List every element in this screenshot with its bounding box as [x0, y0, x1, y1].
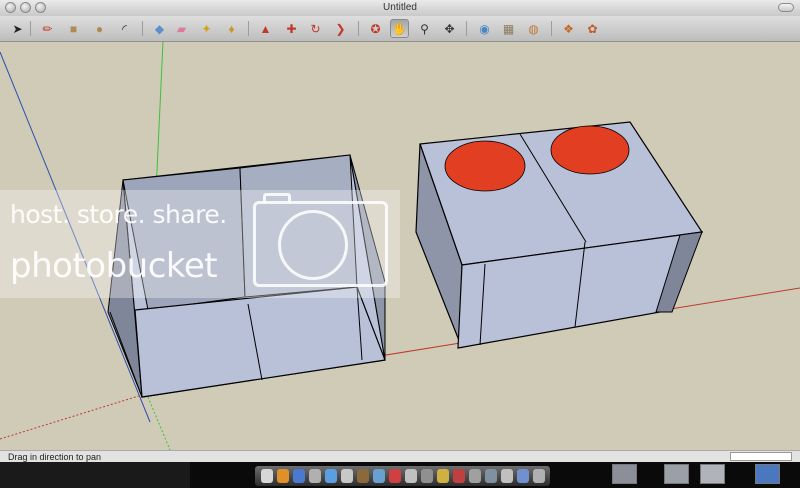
dock-app-icon[interactable] — [485, 469, 497, 483]
dock-app-icon[interactable] — [357, 469, 369, 483]
component-store-icon[interactable]: ❖ — [559, 19, 578, 38]
dock-app-icon[interactable] — [469, 469, 481, 483]
green-axis-negative — [147, 396, 171, 450]
dock-window-thumbnail[interactable] — [664, 464, 689, 484]
photobucket-watermark: host. store. share. photobucket — [0, 190, 400, 298]
red-circle-face-left[interactable] — [444, 140, 526, 192]
toolbar-separator — [142, 21, 143, 36]
dock-app-icon[interactable] — [517, 469, 529, 483]
camera-lens-icon — [278, 210, 348, 280]
dock-window-thumbnail[interactable] — [700, 464, 725, 484]
dock-app-icon[interactable] — [421, 469, 433, 483]
google-earth-icon[interactable]: ◍ — [524, 19, 543, 38]
circle-icon[interactable]: ● — [90, 19, 109, 38]
closed-box[interactable] — [415, 121, 704, 349]
window-title: Untitled — [383, 2, 417, 13]
red-circle-face-right[interactable] — [550, 125, 630, 175]
rectangle-icon[interactable]: ■ — [64, 19, 83, 38]
dock-app-icon[interactable] — [293, 469, 305, 483]
toolbar-separator — [30, 21, 31, 36]
paint-bucket-icon[interactable]: ♦ — [222, 19, 241, 38]
dock-app-icon[interactable] — [405, 469, 417, 483]
offset-icon[interactable]: ❯ — [331, 19, 350, 38]
pan-hand-icon[interactable]: ✋ — [390, 19, 409, 38]
measurements-input[interactable] — [730, 452, 792, 461]
dock — [0, 462, 800, 488]
watermark-tagline: host. store. share. — [10, 200, 227, 229]
tape-measure-icon[interactable]: ✦ — [197, 19, 216, 38]
rotate-icon[interactable]: ↻ — [306, 19, 325, 38]
dock-shelf — [255, 466, 550, 486]
dock-app-icon[interactable] — [533, 469, 545, 483]
zoom-icon[interactable]: ⚲ — [415, 19, 434, 38]
dock-app-icon[interactable] — [453, 469, 465, 483]
dock-app-icon[interactable] — [261, 469, 273, 483]
model-viewport[interactable]: host. store. share. photobucket — [0, 42, 800, 450]
make-component-icon[interactable]: ◆ — [150, 19, 169, 38]
arc-icon[interactable]: ◜ — [115, 19, 134, 38]
get-models-icon[interactable]: ◉ — [475, 19, 494, 38]
dock-app-icon[interactable] — [277, 469, 289, 483]
green-axis — [155, 42, 164, 193]
title-bar: Untitled — [0, 0, 800, 17]
dock-window-thumbnail[interactable] — [612, 464, 637, 484]
eraser-icon[interactable]: ▰ — [172, 19, 191, 38]
photo-textures-icon[interactable]: ✿ — [583, 19, 602, 38]
dock-app-icon[interactable] — [309, 469, 321, 483]
move-icon[interactable]: ✚ — [282, 19, 301, 38]
red-axis-negative — [0, 393, 146, 440]
zoom-extents-icon[interactable]: ✥ — [440, 19, 459, 38]
toolbar-separator — [248, 21, 249, 36]
select-arrow-icon[interactable]: ➤ — [8, 19, 27, 38]
dock-app-icon[interactable] — [325, 469, 337, 483]
dock-document-icon[interactable] — [755, 464, 780, 484]
dock-app-icon[interactable] — [501, 469, 513, 483]
status-hint: Drag in direction to pan — [8, 452, 102, 462]
dock-app-icon[interactable] — [389, 469, 401, 483]
dock-left-area — [0, 462, 190, 488]
toolbar-separator — [551, 21, 552, 36]
dock-app-icon[interactable] — [437, 469, 449, 483]
toolbar-separator — [466, 21, 467, 36]
orbit-icon[interactable]: ✪ — [366, 19, 385, 38]
main-toolbar: ➤ ✏ ■ ● ◜ ◆ ▰ ✦ ♦ ▲ ✚ ↻ ❯ ✪ ✋ ⚲ ✥ ◉ ▦ ◍ ❖ ✿ — [0, 16, 800, 42]
watermark-brand: photobucket — [10, 246, 218, 286]
dock-app-icon[interactable] — [341, 469, 353, 483]
dock-app-icon[interactable] — [373, 469, 385, 483]
pencil-icon[interactable]: ✏ — [38, 19, 57, 38]
share-model-icon[interactable]: ▦ — [499, 19, 518, 38]
push-pull-icon[interactable]: ▲ — [256, 19, 275, 38]
toolbar-separator — [358, 21, 359, 36]
toolbar-toggle-button[interactable] — [778, 3, 794, 12]
